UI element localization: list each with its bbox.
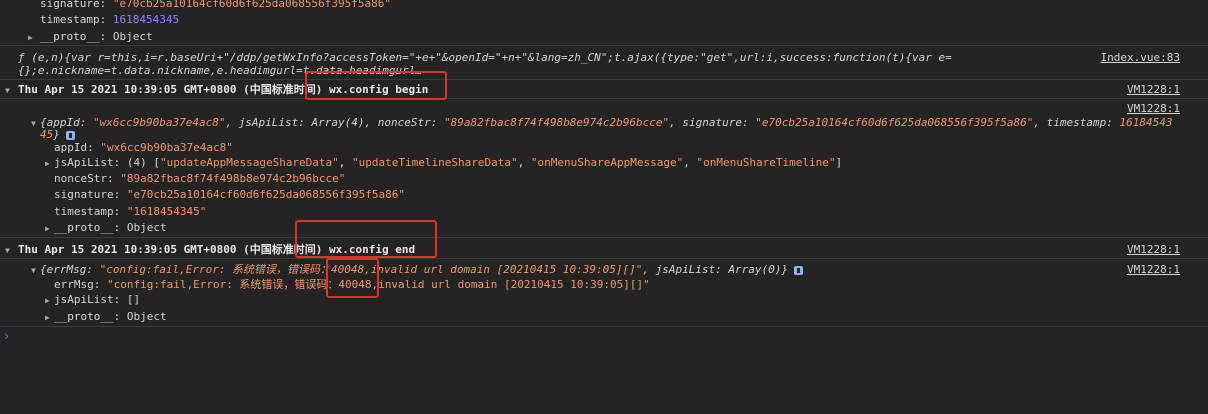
prop-value: "e70cb25a10164cf60d6f625da068556f395f5a8… [126,188,406,201]
separator [0,258,1208,259]
info-icon [65,130,75,140]
prop-value: "e70cb25a10164cf60d6f625da068556f395f5a8… [112,0,392,10]
prop-jsapilist-empty[interactable]: jsApiList: [] [0,293,1208,306]
prop-timestamp-top: timestamp: 1618454345 [0,13,1208,26]
function-log-line2: {};e.nickname=t.data.nickname,e.headimgu… [18,64,422,77]
prop-value: "wx6cc9b90ba37e4ac8" [100,141,233,154]
prop-value: 1618454345 [112,13,180,26]
prop-key: __proto__: [40,30,107,43]
prop-key: signature: [40,0,107,10]
highlight-box-end [295,220,437,258]
array-item: "onMenuShareAppMessage" [530,156,684,169]
prop-proto-err[interactable]: __proto__: Object [0,310,1208,323]
summary-close: } [53,128,60,141]
prop-key: jsApiList: [54,293,121,306]
group-header-begin[interactable]: Thu Apr 15 2021 10:39:05 GMT+0800 (中国标准时… [0,83,1208,96]
separator [0,98,1208,99]
prop-value: Object [126,310,167,323]
prop-key: errMsg: [54,278,101,291]
prop-value: Object [126,221,167,234]
console-prompt-icon[interactable]: › [3,329,10,343]
prop-errmsg: errMsg: "config:fail,Error: 系统错误，错误码：400… [0,278,1208,291]
separator [0,237,1208,238]
prop-signature-top: signature: "e70cb25a10164cf60d6f625da068… [0,0,1208,10]
array-item: "onMenuShareTimeline" [696,156,836,169]
summary-timestamp-wrap: 45 [40,128,54,141]
prop-noncestr: nonceStr: "89a82fbac8f74f498b8e974c2b96b… [0,172,1208,185]
prop-value: "1618454345" [126,205,207,218]
highlight-box-errcode [326,258,379,298]
prop-key: timestamp: [54,205,121,218]
summary-open: {errMsg: [40,263,100,276]
array-item: "updateAppMessageShareData" [159,156,339,169]
prop-key: nonceStr: [54,172,114,185]
summary-text: , jsApiList: Array(0) [642,263,782,276]
separator [0,79,1208,80]
prop-appid: appId: "wx6cc9b90ba37e4ac8" [0,141,1208,154]
source-link[interactable]: Index.vue:83 [1101,51,1180,64]
prop-timestamp: timestamp: "1618454345" [0,205,1208,218]
prop-key: jsApiList: [54,156,121,169]
prop-signature: signature: "e70cb25a10164cf60d6f625da068… [0,188,1208,201]
config-object-summary-wrap: 45} [0,128,1208,141]
prop-key: signature: [54,188,121,201]
array-item: "updateTimelineShareData" [352,156,518,169]
prop-proto-top[interactable]: __proto__: Object [0,30,1208,43]
source-link[interactable]: VM1228:1 [1127,83,1180,96]
prop-proto[interactable]: __proto__: Object [0,221,1208,234]
summary-close: } [781,263,789,276]
prop-value: [] [126,293,141,306]
array-count: (4) [ [126,156,160,169]
separator [0,45,1208,46]
prop-jsapilist[interactable]: jsApiList: (4) ["updateAppMessageShareDa… [0,156,1208,169]
highlight-box-begin [305,71,447,100]
separator [0,326,1208,327]
array-close: ] [835,156,843,169]
prop-key: appId: [54,141,94,154]
error-object-summary[interactable]: {errMsg: "config:fail,Error: 系统错误，错误码：40… [0,263,1208,276]
source-link[interactable]: VM1228:1 [1127,102,1180,115]
prop-key: __proto__: [54,310,121,323]
prop-value: "89a82fbac8f74f498b8e974c2b96bcce" [120,172,346,185]
group-header-end[interactable]: Thu Apr 15 2021 10:39:05 GMT+0800 (中国标准时… [0,243,1208,256]
prop-key: timestamp: [40,13,107,26]
prop-value: Object [112,30,153,43]
prop-key: __proto__: [54,221,121,234]
source-link[interactable]: VM1228:1 [1127,243,1180,256]
info-icon [794,265,804,275]
function-log-line1: ƒ (e,n){var r=this,i=r.baseUri+"/ddp/get… [18,51,952,64]
